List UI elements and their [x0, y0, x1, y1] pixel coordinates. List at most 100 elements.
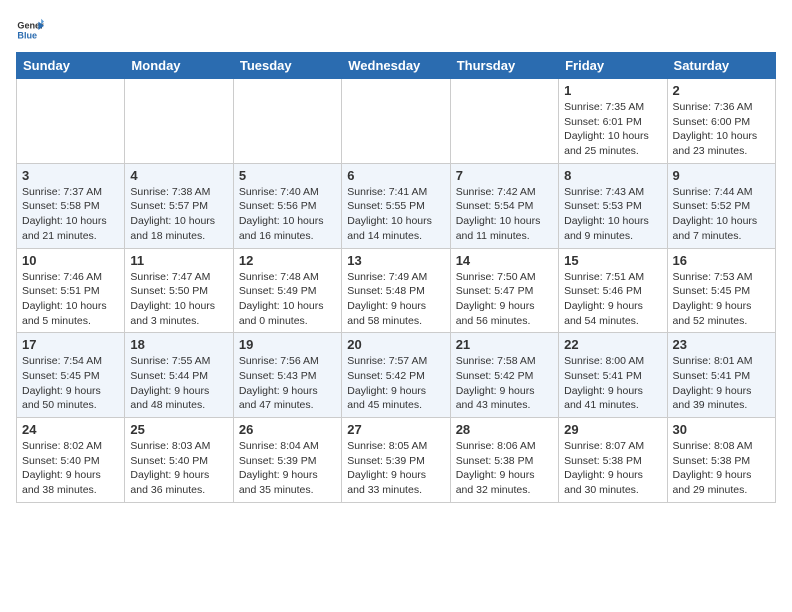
day-info: Sunrise: 7:48 AM Sunset: 5:49 PM Dayligh… — [239, 270, 336, 329]
calendar-cell: 7Sunrise: 7:42 AM Sunset: 5:54 PM Daylig… — [450, 163, 558, 248]
calendar-cell: 29 Sunrise: 8:07 AM Sunset: 5:38 PM Dayli… — [559, 418, 667, 503]
calendar-week-4: 17 Sunrise: 7:54 AM Sunset: 5:45 PM Dayli… — [17, 333, 776, 418]
calendar-cell: 14Sunrise: 7:50 AM Sunset: 5:47 PM Dayli… — [450, 248, 558, 333]
day-info: Sunrise: 8:08 AM Sunset: 5:38 PM Dayligh… — [673, 439, 770, 498]
day-number: 23 — [673, 337, 770, 352]
calendar-cell: 6 Sunrise: 7:41 AM Sunset: 5:55 PM Daylig… — [342, 163, 450, 248]
weekday-header-wednesday: Wednesday — [342, 53, 450, 79]
day-number: 25 — [130, 422, 227, 437]
calendar-cell: 15 Sunrise: 7:51 AM Sunset: 5:46 PM Dayli… — [559, 248, 667, 333]
calendar-cell: 8Sunrise: 7:43 AM Sunset: 5:53 PM Daylig… — [559, 163, 667, 248]
weekday-header-sunday: Sunday — [17, 53, 125, 79]
day-number: 29 — [564, 422, 661, 437]
calendar-cell: 9Sunrise: 7:44 AM Sunset: 5:52 PM Daylig… — [667, 163, 775, 248]
day-number: 18 — [130, 337, 227, 352]
logo-icon: General Blue — [16, 16, 44, 44]
day-info: Sunrise: 7:51 AM Sunset: 5:46 PM Dayligh… — [564, 270, 661, 329]
calendar-week-1: 1 Sunrise: 7:35 AM Sunset: 6:01 PM Daylig… — [17, 79, 776, 164]
day-info: Sunrise: 7:43 AM Sunset: 5:53 PM Dayligh… — [564, 185, 661, 244]
day-number: 2 — [673, 83, 770, 98]
day-info: Sunrise: 8:07 AM Sunset: 5:38 PM Dayligh… — [564, 439, 661, 498]
calendar-cell: 26 Sunrise: 8:04 AM Sunset: 5:39 PM Dayli… — [233, 418, 341, 503]
calendar-cell: 11Sunrise: 7:47 AM Sunset: 5:50 PM Dayli… — [125, 248, 233, 333]
day-info: Sunrise: 7:38 AM Sunset: 5:57 PM Dayligh… — [130, 185, 227, 244]
calendar-cell: 22Sunrise: 8:00 AM Sunset: 5:41 PM Dayli… — [559, 333, 667, 418]
day-info: Sunrise: 7:55 AM Sunset: 5:44 PM Dayligh… — [130, 354, 227, 413]
day-number: 24 — [22, 422, 119, 437]
day-info: Sunrise: 7:41 AM Sunset: 5:55 PM Dayligh… — [347, 185, 444, 244]
day-number: 4 — [130, 168, 227, 183]
calendar-week-5: 24 Sunrise: 8:02 AM Sunset: 5:40 PM Dayli… — [17, 418, 776, 503]
calendar-header-row: SundayMondayTuesdayWednesdayThursdayFrid… — [17, 53, 776, 79]
day-number: 1 — [564, 83, 661, 98]
day-info: Sunrise: 7:50 AM Sunset: 5:47 PM Dayligh… — [456, 270, 553, 329]
calendar-cell: 2 Sunrise: 7:36 AM Sunset: 6:00 PM Daylig… — [667, 79, 775, 164]
day-info: Sunrise: 7:36 AM Sunset: 6:00 PM Dayligh… — [673, 100, 770, 159]
svg-text:Blue: Blue — [17, 30, 37, 40]
day-number: 7 — [456, 168, 553, 183]
calendar-cell: 4 Sunrise: 7:38 AM Sunset: 5:57 PM Daylig… — [125, 163, 233, 248]
day-number: 9 — [673, 168, 770, 183]
day-info: Sunrise: 7:40 AM Sunset: 5:56 PM Dayligh… — [239, 185, 336, 244]
weekday-header-saturday: Saturday — [667, 53, 775, 79]
day-number: 5 — [239, 168, 336, 183]
day-info: Sunrise: 8:04 AM Sunset: 5:39 PM Dayligh… — [239, 439, 336, 498]
day-number: 19 — [239, 337, 336, 352]
day-number: 10 — [22, 253, 119, 268]
day-info: Sunrise: 7:35 AM Sunset: 6:01 PM Dayligh… — [564, 100, 661, 159]
day-number: 17 — [22, 337, 119, 352]
calendar-cell: 5 Sunrise: 7:40 AM Sunset: 5:56 PM Daylig… — [233, 163, 341, 248]
day-number: 16 — [673, 253, 770, 268]
calendar-cell: 21Sunrise: 7:58 AM Sunset: 5:42 PM Dayli… — [450, 333, 558, 418]
calendar-week-2: 3Sunrise: 7:37 AM Sunset: 5:58 PM Daylig… — [17, 163, 776, 248]
calendar-cell: 27 Sunrise: 8:05 AM Sunset: 5:39 PM Dayli… — [342, 418, 450, 503]
day-number: 12 — [239, 253, 336, 268]
calendar-cell: 30 Sunrise: 8:08 AM Sunset: 5:38 PM Dayli… — [667, 418, 775, 503]
page-header: General Blue — [16, 16, 776, 44]
day-info: Sunrise: 8:03 AM Sunset: 5:40 PM Dayligh… — [130, 439, 227, 498]
day-info: Sunrise: 8:05 AM Sunset: 5:39 PM Dayligh… — [347, 439, 444, 498]
logo: General Blue — [16, 16, 48, 44]
calendar-cell: 10 Sunrise: 7:46 AM Sunset: 5:51 PM Dayli… — [17, 248, 125, 333]
day-info: Sunrise: 7:49 AM Sunset: 5:48 PM Dayligh… — [347, 270, 444, 329]
calendar-cell: 23 Sunrise: 8:01 AM Sunset: 5:41 PM Dayli… — [667, 333, 775, 418]
calendar-cell — [450, 79, 558, 164]
calendar-cell: 20 Sunrise: 7:57 AM Sunset: 5:42 PM Dayli… — [342, 333, 450, 418]
weekday-header-thursday: Thursday — [450, 53, 558, 79]
day-number: 28 — [456, 422, 553, 437]
day-number: 6 — [347, 168, 444, 183]
calendar-cell: 18 Sunrise: 7:55 AM Sunset: 5:44 PM Dayli… — [125, 333, 233, 418]
day-number: 13 — [347, 253, 444, 268]
day-number: 20 — [347, 337, 444, 352]
day-number: 27 — [347, 422, 444, 437]
day-number: 21 — [456, 337, 553, 352]
calendar-cell: 16 Sunrise: 7:53 AM Sunset: 5:45 PM Dayli… — [667, 248, 775, 333]
calendar-cell — [342, 79, 450, 164]
calendar-cell — [125, 79, 233, 164]
weekday-header-friday: Friday — [559, 53, 667, 79]
day-number: 15 — [564, 253, 661, 268]
calendar-cell — [233, 79, 341, 164]
calendar-cell: 28 Sunrise: 8:06 AM Sunset: 5:38 PM Dayli… — [450, 418, 558, 503]
calendar-cell: 12 Sunrise: 7:48 AM Sunset: 5:49 PM Dayli… — [233, 248, 341, 333]
day-info: Sunrise: 7:37 AM Sunset: 5:58 PM Dayligh… — [22, 185, 119, 244]
day-info: Sunrise: 7:53 AM Sunset: 5:45 PM Dayligh… — [673, 270, 770, 329]
day-info: Sunrise: 7:57 AM Sunset: 5:42 PM Dayligh… — [347, 354, 444, 413]
calendar-table: SundayMondayTuesdayWednesdayThursdayFrid… — [16, 52, 776, 503]
day-number: 26 — [239, 422, 336, 437]
calendar-cell: 25 Sunrise: 8:03 AM Sunset: 5:40 PM Dayli… — [125, 418, 233, 503]
day-info: Sunrise: 8:06 AM Sunset: 5:38 PM Dayligh… — [456, 439, 553, 498]
day-info: Sunrise: 8:02 AM Sunset: 5:40 PM Dayligh… — [22, 439, 119, 498]
calendar-cell: 17 Sunrise: 7:54 AM Sunset: 5:45 PM Dayli… — [17, 333, 125, 418]
day-number: 30 — [673, 422, 770, 437]
calendar-cell: 13 Sunrise: 7:49 AM Sunset: 5:48 PM Dayli… — [342, 248, 450, 333]
calendar-cell: 1 Sunrise: 7:35 AM Sunset: 6:01 PM Daylig… — [559, 79, 667, 164]
day-info: Sunrise: 7:46 AM Sunset: 5:51 PM Dayligh… — [22, 270, 119, 329]
day-info: Sunrise: 7:47 AM Sunset: 5:50 PM Dayligh… — [130, 270, 227, 329]
weekday-header-monday: Monday — [125, 53, 233, 79]
calendar-cell: 24 Sunrise: 8:02 AM Sunset: 5:40 PM Dayli… — [17, 418, 125, 503]
day-info: Sunrise: 8:00 AM Sunset: 5:41 PM Dayligh… — [564, 354, 661, 413]
day-info: Sunrise: 8:01 AM Sunset: 5:41 PM Dayligh… — [673, 354, 770, 413]
day-info: Sunrise: 7:54 AM Sunset: 5:45 PM Dayligh… — [22, 354, 119, 413]
day-info: Sunrise: 7:56 AM Sunset: 5:43 PM Dayligh… — [239, 354, 336, 413]
